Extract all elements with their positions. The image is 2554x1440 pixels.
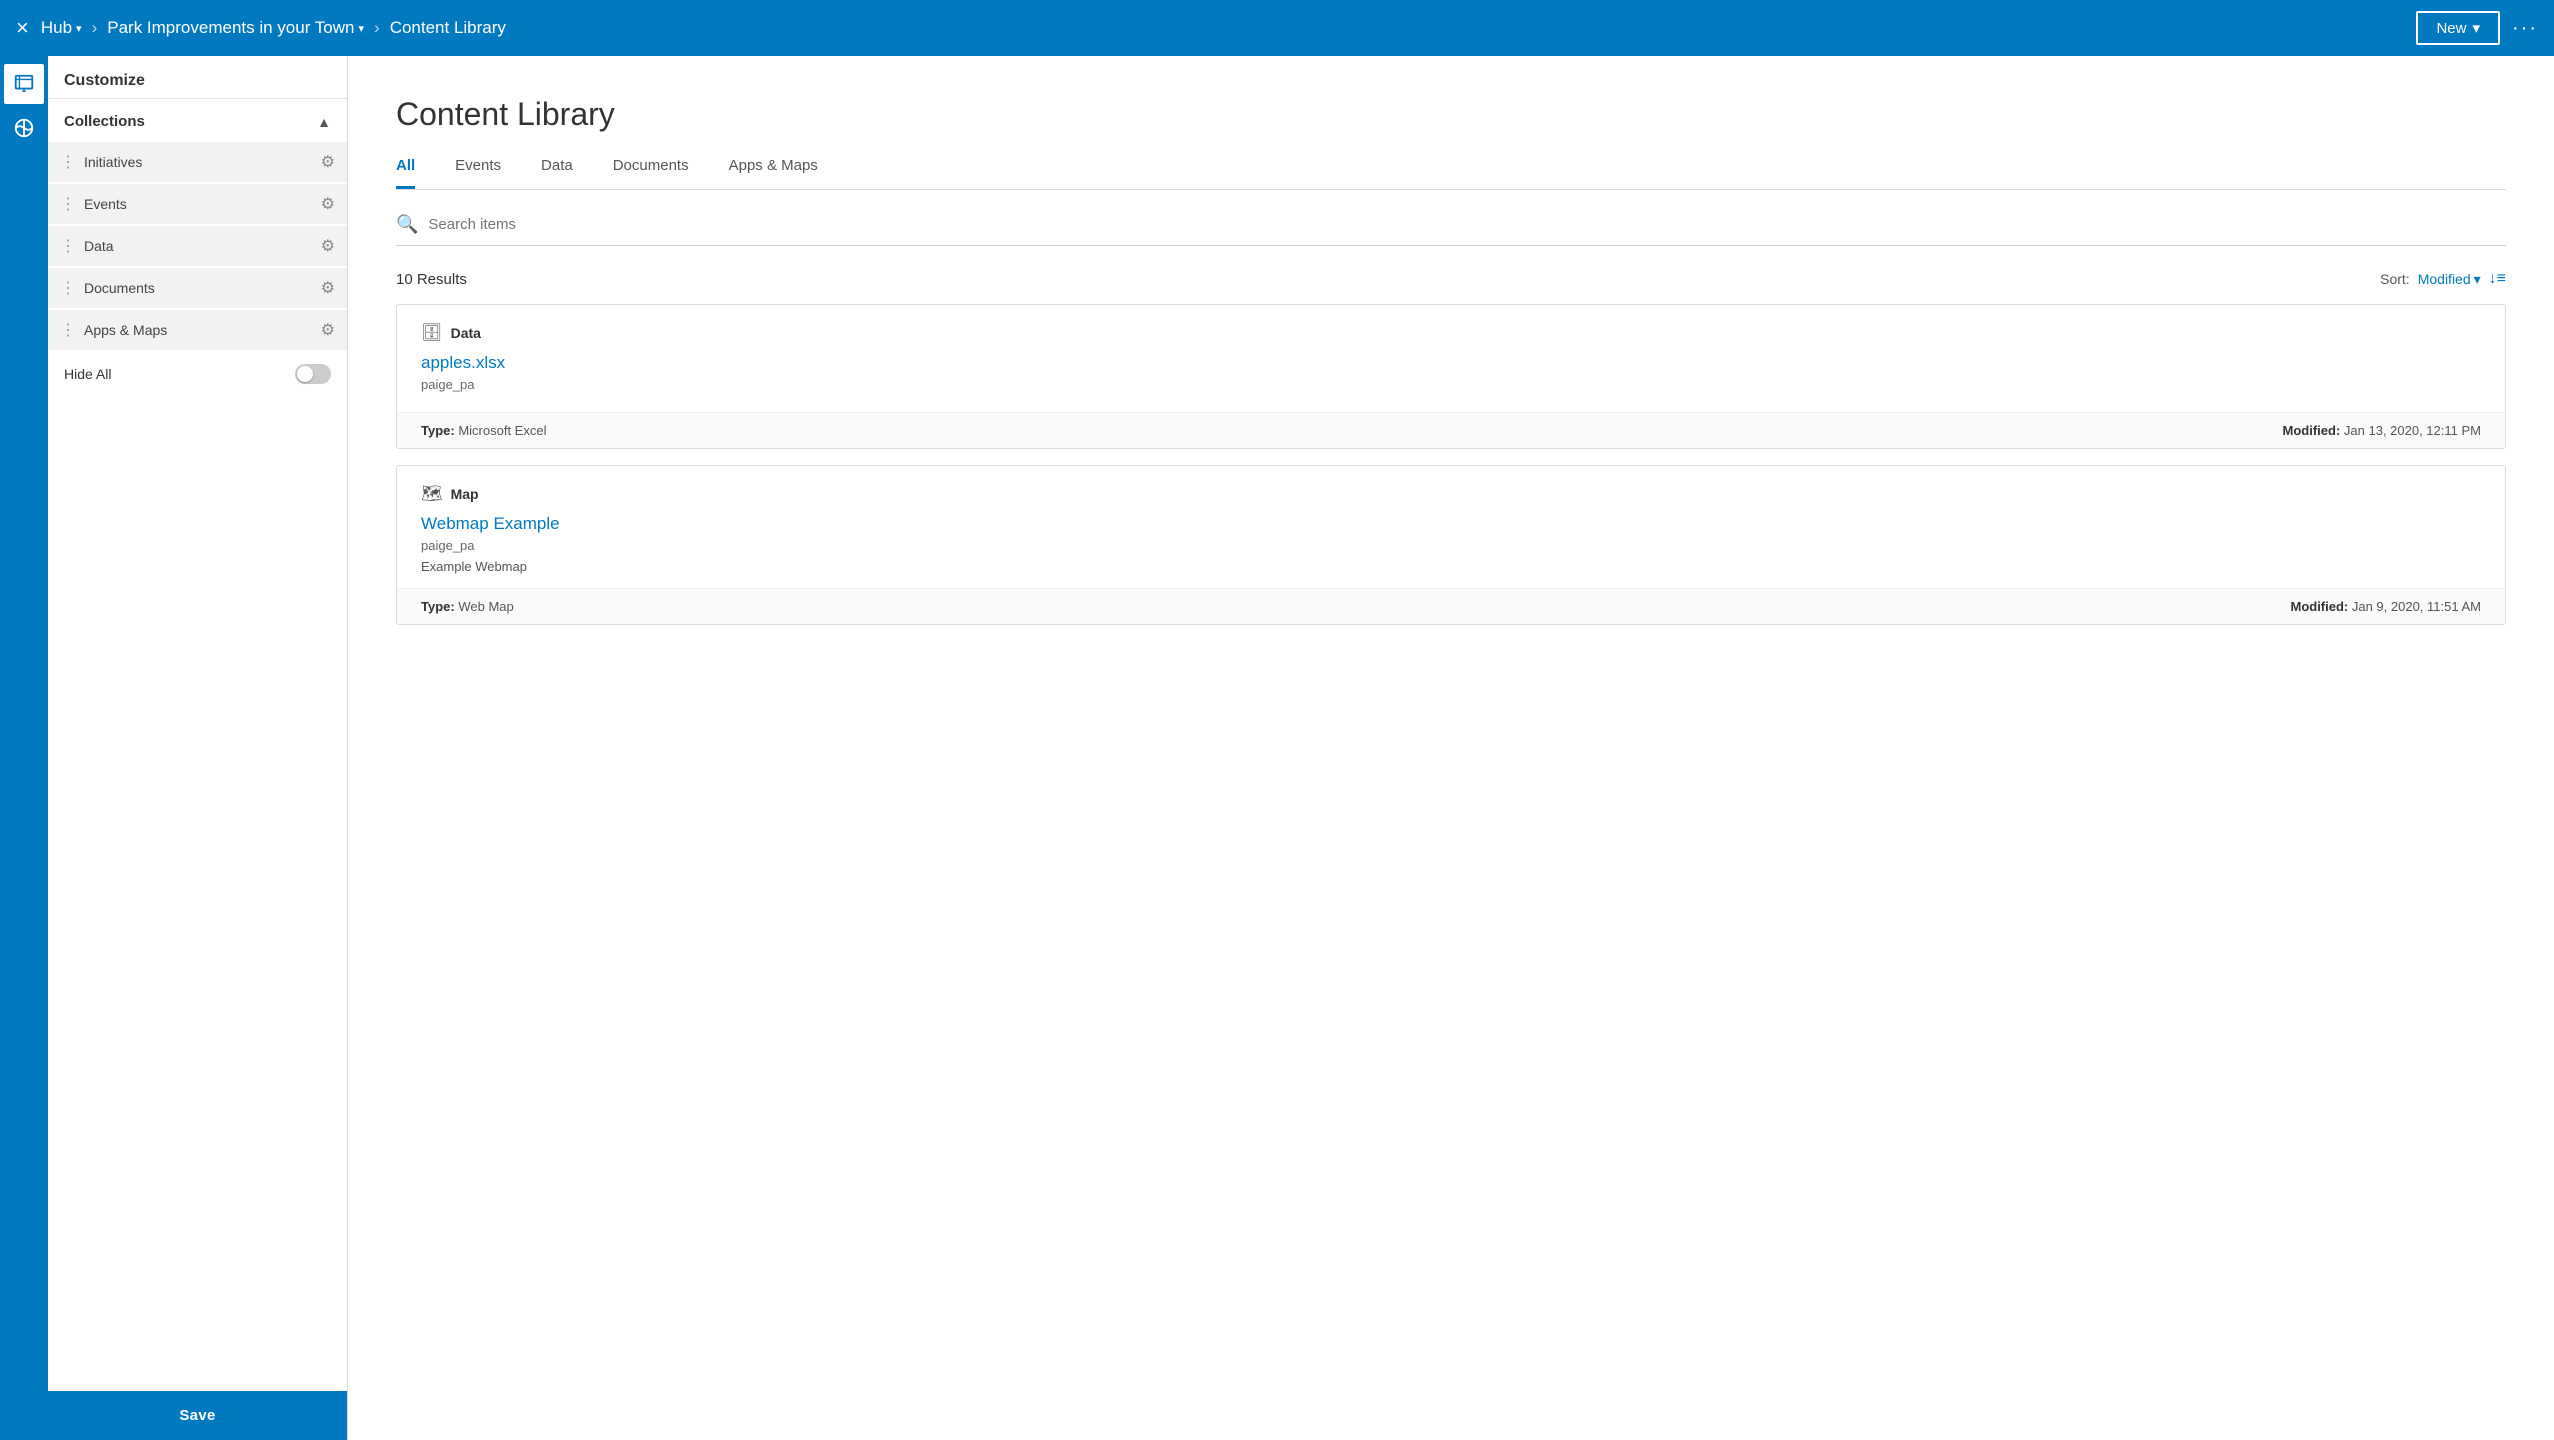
results-count: 10 Results bbox=[396, 271, 467, 288]
tab-events[interactable]: Events bbox=[455, 157, 501, 189]
collection-item-initiatives[interactable]: ⋮ Initiatives ⚙ bbox=[48, 142, 347, 182]
new-caret-icon: ▾ bbox=[2472, 19, 2480, 37]
tab-documents[interactable]: Documents bbox=[613, 157, 689, 189]
search-bar: 🔍 bbox=[396, 214, 2506, 246]
collection-item-label: Initiatives bbox=[84, 154, 313, 170]
sort-caret-icon: ▾ bbox=[2474, 271, 2481, 288]
sort-controls: Sort: Modified ▾ ↓≡ bbox=[2380, 270, 2506, 288]
drag-handle-icon: ⋮ bbox=[60, 278, 76, 298]
card-owner: paige_pa bbox=[421, 538, 2481, 553]
gear-icon-documents[interactable]: ⚙ bbox=[321, 278, 335, 298]
collection-item-documents[interactable]: ⋮ Documents ⚙ bbox=[48, 268, 347, 308]
main-layout: Customize Collections ▲ ⋮ Initiatives ⚙ … bbox=[0, 56, 2554, 1440]
card-owner: paige_pa bbox=[421, 377, 2481, 392]
close-button[interactable]: × bbox=[16, 17, 29, 39]
content-tabs: All Events Data Documents Apps & Maps bbox=[396, 157, 2506, 190]
drag-handle-icon: ⋮ bbox=[60, 236, 76, 256]
nav-right: New ▾ ··· bbox=[2416, 11, 2538, 45]
collection-item-label: Data bbox=[84, 238, 313, 254]
search-input[interactable] bbox=[428, 216, 2506, 233]
collection-item-label: Documents bbox=[84, 280, 313, 296]
side-icon-content-library[interactable] bbox=[4, 64, 44, 104]
card-type-label: Map bbox=[451, 486, 479, 502]
collections-collapse-button[interactable]: ▲ bbox=[317, 114, 331, 130]
breadcrumb-separator-1: › bbox=[92, 18, 98, 38]
gear-icon-apps-maps[interactable]: ⚙ bbox=[321, 320, 335, 340]
card-description: Example Webmap bbox=[421, 559, 2481, 574]
map-icon: 🗺 bbox=[421, 484, 443, 504]
top-nav: × Hub ▾ › Park Improvements in your Town… bbox=[0, 0, 2554, 56]
card-title-link[interactable]: apples.xlsx bbox=[421, 353, 2481, 373]
card-title-link[interactable]: Webmap Example bbox=[421, 514, 2481, 534]
card-top: 🗄 Data apples.xlsx paige_pa bbox=[397, 305, 2505, 412]
breadcrumb-project[interactable]: Park Improvements in your Town ▾ bbox=[107, 18, 364, 38]
gear-icon-initiatives[interactable]: ⚙ bbox=[321, 152, 335, 172]
collection-item-label: Events bbox=[84, 196, 313, 212]
collection-list: ⋮ Initiatives ⚙ ⋮ Events ⚙ ⋮ Data ⚙ ⋮ Do… bbox=[48, 140, 347, 352]
collections-title: Collections bbox=[64, 113, 145, 130]
project-caret-icon: ▾ bbox=[358, 22, 364, 35]
card-bottom: Type: Web Map Modified: Jan 9, 2020, 11:… bbox=[397, 588, 2505, 624]
gear-icon-events[interactable]: ⚙ bbox=[321, 194, 335, 214]
card-type-row: 🗄 Data bbox=[421, 323, 2481, 343]
save-btn-container: Save bbox=[48, 1391, 347, 1440]
tab-data[interactable]: Data bbox=[541, 157, 573, 189]
side-icon-bar bbox=[0, 56, 48, 1440]
card-modified-meta: Modified: Jan 9, 2020, 11:51 AM bbox=[2290, 599, 2481, 614]
save-button[interactable]: Save bbox=[48, 1391, 347, 1440]
tab-apps-maps[interactable]: Apps & Maps bbox=[729, 157, 818, 189]
left-panel: Customize Collections ▲ ⋮ Initiatives ⚙ … bbox=[48, 56, 348, 1440]
card-top: 🗺 Map Webmap Example paige_pa Example We… bbox=[397, 466, 2505, 588]
collection-item-label: Apps & Maps bbox=[84, 322, 313, 338]
sort-label: Sort: bbox=[2380, 271, 2410, 287]
nav-left: × Hub ▾ › Park Improvements in your Town… bbox=[16, 17, 2416, 39]
drag-handle-icon: ⋮ bbox=[60, 194, 76, 214]
customize-header: Customize bbox=[48, 56, 347, 99]
hide-all-label: Hide All bbox=[64, 366, 111, 382]
gear-icon-data[interactable]: ⚙ bbox=[321, 236, 335, 256]
card-type-row: 🗺 Map bbox=[421, 484, 2481, 504]
card-type-meta: Type: Web Map bbox=[421, 599, 514, 614]
hub-button[interactable]: Hub ▾ bbox=[41, 18, 82, 38]
sort-direction-button[interactable]: ↓≡ bbox=[2489, 270, 2506, 288]
drag-handle-icon: ⋮ bbox=[60, 152, 76, 172]
new-label: New bbox=[2436, 20, 2466, 37]
hub-caret-icon: ▾ bbox=[76, 22, 82, 35]
sort-value-button[interactable]: Modified ▾ bbox=[2418, 271, 2481, 288]
card-type-meta: Type: Microsoft Excel bbox=[421, 423, 546, 438]
hide-all-row: Hide All bbox=[48, 352, 347, 396]
breadcrumb-separator-2: › bbox=[374, 18, 380, 38]
card-type-label: Data bbox=[451, 325, 481, 341]
hub-label: Hub bbox=[41, 18, 72, 38]
hide-all-toggle[interactable] bbox=[295, 364, 331, 384]
collection-item-apps-maps[interactable]: ⋮ Apps & Maps ⚙ bbox=[48, 310, 347, 350]
page-title: Content Library bbox=[396, 96, 2506, 133]
card-apples-xlsx: 🗄 Data apples.xlsx paige_pa Type: Micros… bbox=[396, 304, 2506, 449]
card-bottom: Type: Microsoft Excel Modified: Jan 13, … bbox=[397, 412, 2505, 448]
card-modified-meta: Modified: Jan 13, 2020, 12:11 PM bbox=[2283, 423, 2481, 438]
database-icon: 🗄 bbox=[421, 323, 443, 343]
side-icon-theme[interactable] bbox=[4, 108, 44, 148]
results-header: 10 Results Sort: Modified ▾ ↓≡ bbox=[396, 270, 2506, 288]
card-webmap-example: 🗺 Map Webmap Example paige_pa Example We… bbox=[396, 465, 2506, 625]
collections-header: Collections ▲ bbox=[48, 99, 347, 140]
breadcrumb-section: Content Library bbox=[390, 18, 506, 38]
new-button[interactable]: New ▾ bbox=[2416, 11, 2500, 45]
search-icon: 🔍 bbox=[396, 214, 418, 235]
collection-item-data[interactable]: ⋮ Data ⚙ bbox=[48, 226, 347, 266]
main-content: Content Library All Events Data Document… bbox=[348, 56, 2554, 1440]
collection-item-events[interactable]: ⋮ Events ⚙ bbox=[48, 184, 347, 224]
more-button[interactable]: ··· bbox=[2512, 17, 2538, 40]
drag-handle-icon: ⋮ bbox=[60, 320, 76, 340]
tab-all[interactable]: All bbox=[396, 157, 415, 189]
